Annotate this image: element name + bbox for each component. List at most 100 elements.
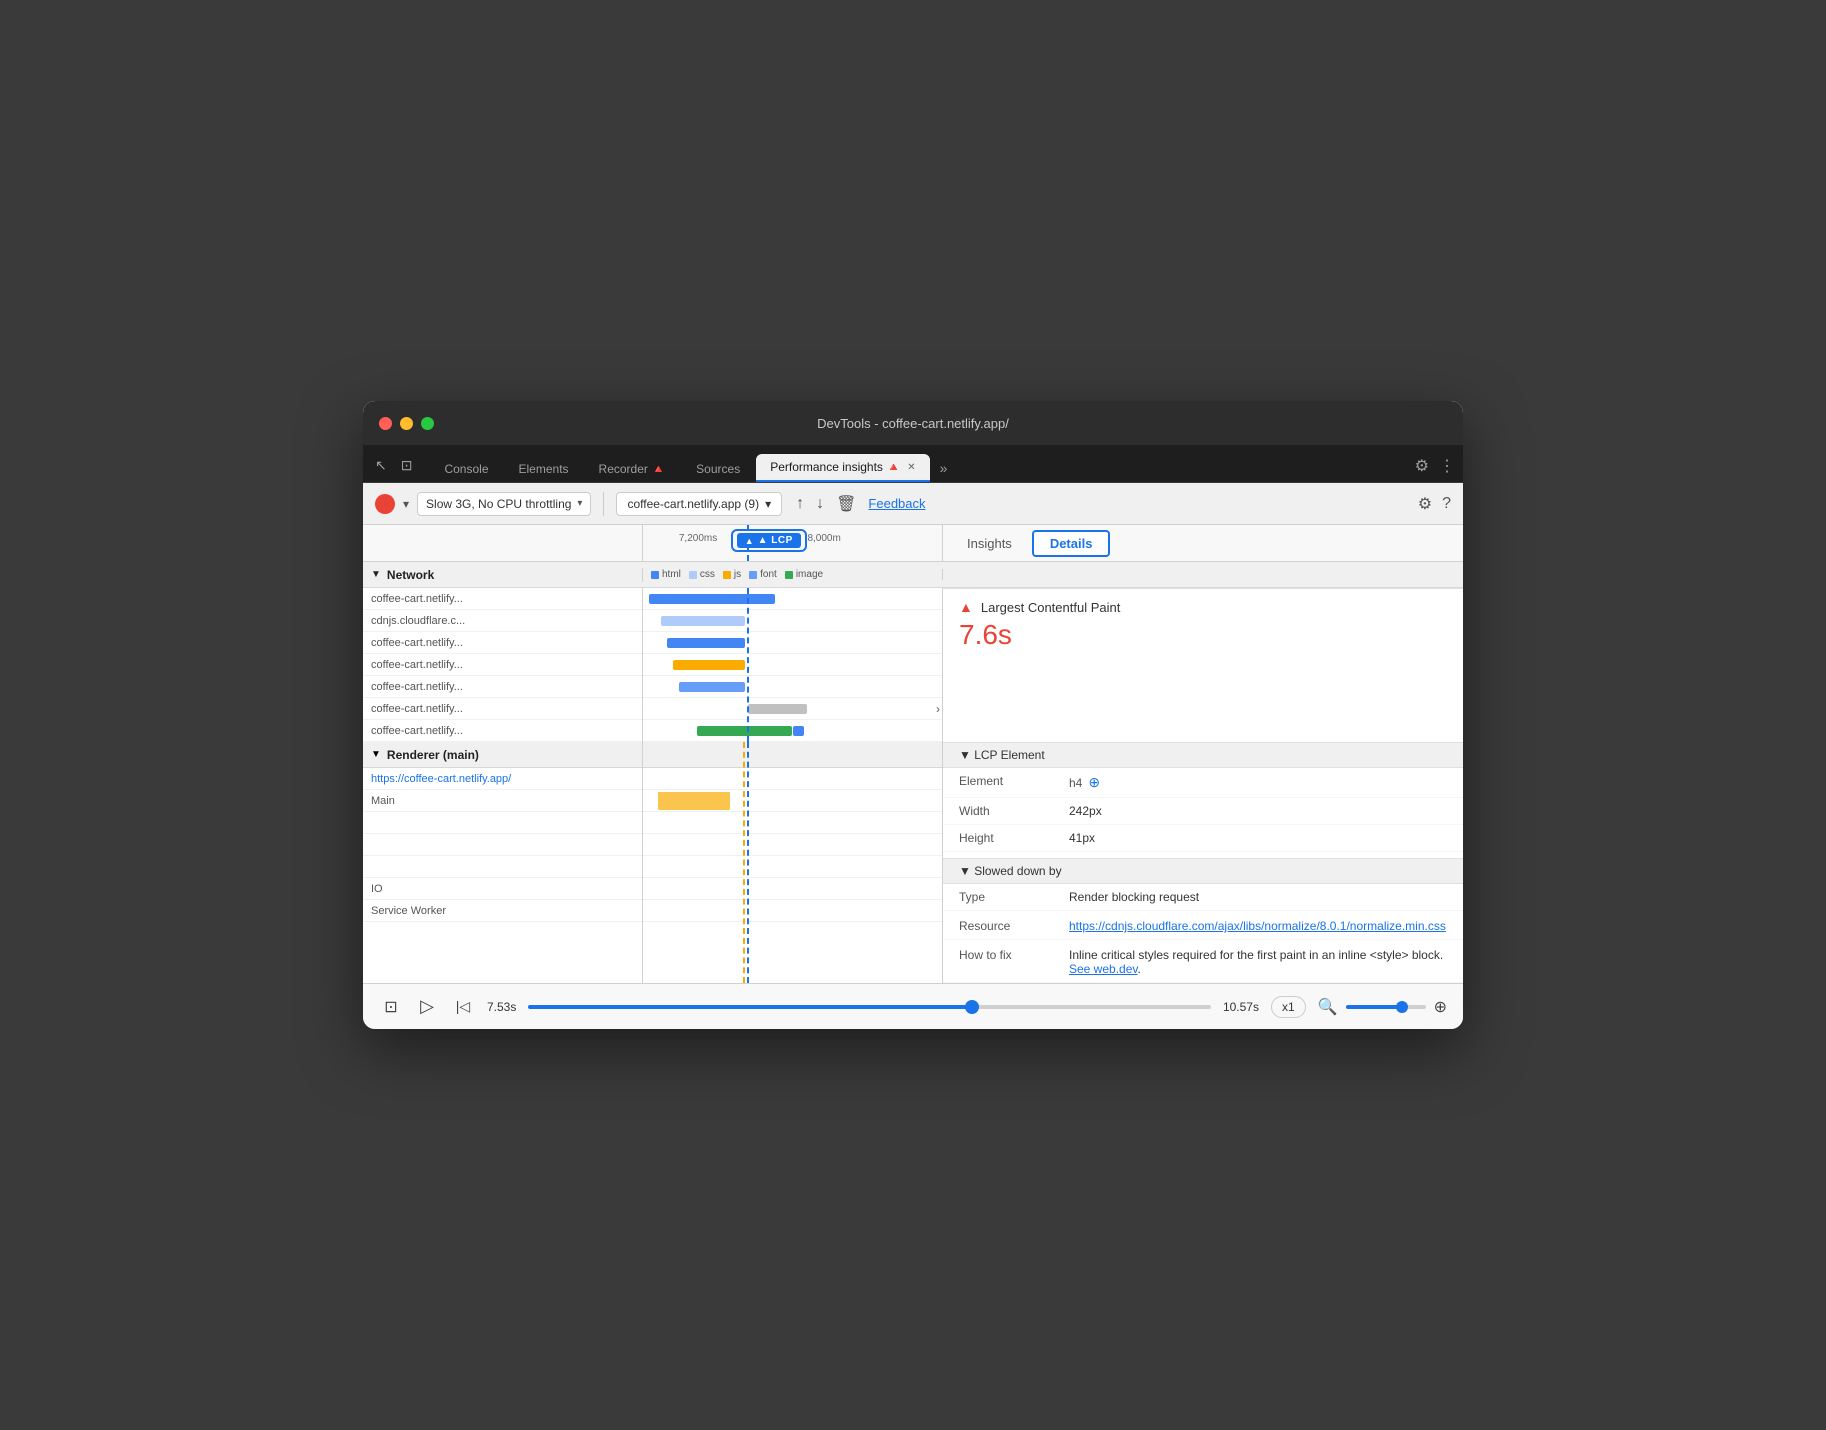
network-throttle-select[interactable]: Slow 3G, No CPU throttling ▾	[417, 492, 591, 516]
renderer-tl-row-4	[643, 856, 942, 878]
ruler-tabs-row: 7,200ms 8,000m ▲ ▲ LCP Insights	[363, 525, 1463, 562]
zoom-in-icon[interactable]: ⊕	[1434, 997, 1447, 1017]
legend-font: font	[749, 569, 777, 580]
see-webdev-link[interactable]: See web.dev	[1069, 962, 1138, 976]
insights-tab-btn[interactable]: Insights	[951, 532, 1028, 555]
tab-elements[interactable]: Elements	[505, 456, 583, 482]
lcp-label: ▲ LCP	[758, 535, 793, 546]
zoom-out-icon[interactable]: 🔍	[1318, 997, 1338, 1017]
net-bar-row-3	[643, 654, 942, 676]
howtofix-value: Inline critical styles required for the …	[1069, 948, 1447, 976]
toolbar-actions: ↑ ↓ 🗑	[794, 492, 858, 516]
network-labels: coffee-cart.netlify... cdnjs.cloudflare.…	[363, 588, 643, 742]
element-value: h4 ⊕	[1069, 774, 1100, 791]
legend-html-dot	[651, 571, 659, 579]
tab-recorder[interactable]: Recorder 🔺	[585, 456, 681, 482]
inspect-element-icon[interactable]: ⊕	[1088, 774, 1100, 791]
renderer-timeline	[643, 742, 943, 983]
feedback-link[interactable]: Feedback	[868, 496, 925, 511]
details-tab-btn[interactable]: Details	[1032, 530, 1111, 557]
net-bar-4	[679, 682, 745, 692]
renderer-row-1	[363, 812, 642, 834]
lcp-value: 7.6s	[943, 619, 1463, 659]
playback-start-time: 7.53s	[487, 1000, 516, 1014]
minimize-button[interactable]	[400, 417, 413, 430]
legend-js-dot	[723, 571, 731, 579]
width-detail-row: Width 242px	[943, 798, 1463, 825]
close-button[interactable]	[379, 417, 392, 430]
playback-thumb[interactable]	[965, 1000, 979, 1014]
delete-icon[interactable]: 🗑	[834, 492, 858, 516]
help-icon[interactable]: ?	[1442, 495, 1451, 513]
zoom-slider[interactable]	[1346, 1005, 1426, 1009]
renderer-section-placeholder: ▼ Renderer (main) https://coffee-cart.ne…	[363, 742, 643, 983]
net-row-3: coffee-cart.netlify...	[363, 654, 642, 676]
renderer-tl-row-3	[643, 834, 942, 856]
network-collapse-icon[interactable]: ▼	[371, 569, 381, 580]
record-button[interactable]	[375, 494, 395, 514]
expand-arrow-icon[interactable]: ›	[936, 702, 940, 716]
renderer-collapse-icon[interactable]: ▼	[371, 749, 381, 760]
net-label-1: cdnjs.cloudflare.c...	[363, 615, 642, 627]
tab-performance-insights[interactable]: Performance insights 🔺 ✕	[756, 454, 929, 482]
playback-slider[interactable]	[528, 1005, 1211, 1009]
tab-console[interactable]: Console	[430, 456, 502, 482]
tab-bar-nav: ↖ ⊡	[371, 455, 416, 482]
skip-to-start-button[interactable]: |◁	[451, 998, 475, 1015]
net-bar-6-extra	[793, 726, 805, 736]
renderer-io-label: IO	[371, 883, 383, 895]
traffic-lights	[379, 417, 434, 430]
renderer-sw-row: Service Worker	[363, 900, 642, 922]
resource-url-link[interactable]: https://cdnjs.cloudflare.com/ajax/libs/n…	[1069, 919, 1446, 933]
ruler-left-empty	[363, 525, 643, 561]
panel-tabs: Insights Details	[943, 525, 1463, 561]
tab-close-icon[interactable]: ✕	[907, 462, 915, 473]
net-bar-6	[697, 726, 793, 736]
playback-speed[interactable]: x1	[1271, 996, 1306, 1018]
lcp-warning-icon: ▲	[745, 536, 754, 546]
play-button[interactable]: ▷	[415, 996, 439, 1017]
renderer-link-row: https://coffee-cart.netlify.app/	[363, 768, 642, 790]
settings-gear-icon[interactable]: ⚙	[1415, 456, 1429, 476]
type-detail-row: Type Render blocking request	[943, 884, 1463, 911]
more-tabs-icon[interactable]: »	[932, 454, 956, 482]
playback-zoom: 🔍 ⊕	[1318, 997, 1447, 1017]
download-icon[interactable]: ↓	[814, 493, 826, 515]
device-toggle-icon[interactable]: ⊡	[397, 455, 417, 476]
settings-icon[interactable]: ⚙	[1418, 494, 1432, 514]
renderer-tl-row-1	[643, 790, 942, 812]
renderer-main-row: Main	[363, 790, 642, 812]
lcp-title: Largest Contentful Paint	[981, 600, 1120, 615]
lcp-element-section: ▼ LCP Element	[943, 742, 1463, 768]
lcp-badge-container: ▲ ▲ LCP	[731, 529, 807, 552]
window-title: DevTools - coffee-cart.netlify.app/	[817, 416, 1009, 431]
lcp-element-area: ▼ Renderer (main) https://coffee-cart.ne…	[363, 742, 1463, 983]
renderer-url-link[interactable]: https://coffee-cart.netlify.app/	[371, 773, 511, 785]
net-bar-row-6	[643, 720, 942, 742]
url-select[interactable]: coffee-cart.netlify.app (9) ▾	[616, 492, 782, 516]
height-value: 41px	[1069, 831, 1095, 845]
record-dropdown[interactable]: ▾	[403, 497, 409, 511]
renderer-row-2	[363, 834, 642, 856]
upload-icon[interactable]: ↑	[794, 493, 806, 515]
cursor-icon[interactable]: ↖	[371, 455, 391, 476]
maximize-button[interactable]	[421, 417, 434, 430]
renderer-tl-row-6	[643, 900, 942, 922]
zoom-thumb[interactable]	[1396, 1001, 1408, 1013]
lcp-badge-outer: ▲ ▲ LCP	[731, 529, 807, 552]
net-label-3: coffee-cart.netlify...	[363, 659, 642, 671]
lcp-badge: ▲ ▲ LCP	[737, 533, 801, 548]
net-bar-5	[748, 704, 808, 714]
screenshot-icon[interactable]: ⊡	[379, 997, 403, 1017]
more-options-icon[interactable]: ⋮	[1439, 456, 1455, 476]
renderer-row-3	[363, 856, 642, 878]
legend-html: html	[651, 569, 681, 580]
renderer-main-label: Main	[371, 795, 395, 807]
tab-sources[interactable]: Sources	[682, 456, 754, 482]
net-bar-3	[673, 660, 745, 670]
resource-value: https://cdnjs.cloudflare.com/ajax/libs/n…	[1069, 919, 1446, 933]
net-label-5: coffee-cart.netlify...	[363, 703, 642, 715]
tab-bar-right-icons: ⚙ ⋮	[1415, 456, 1455, 482]
legend-font-dot	[749, 571, 757, 579]
lcp-header: ▲ Largest Contentful Paint	[943, 589, 1463, 619]
